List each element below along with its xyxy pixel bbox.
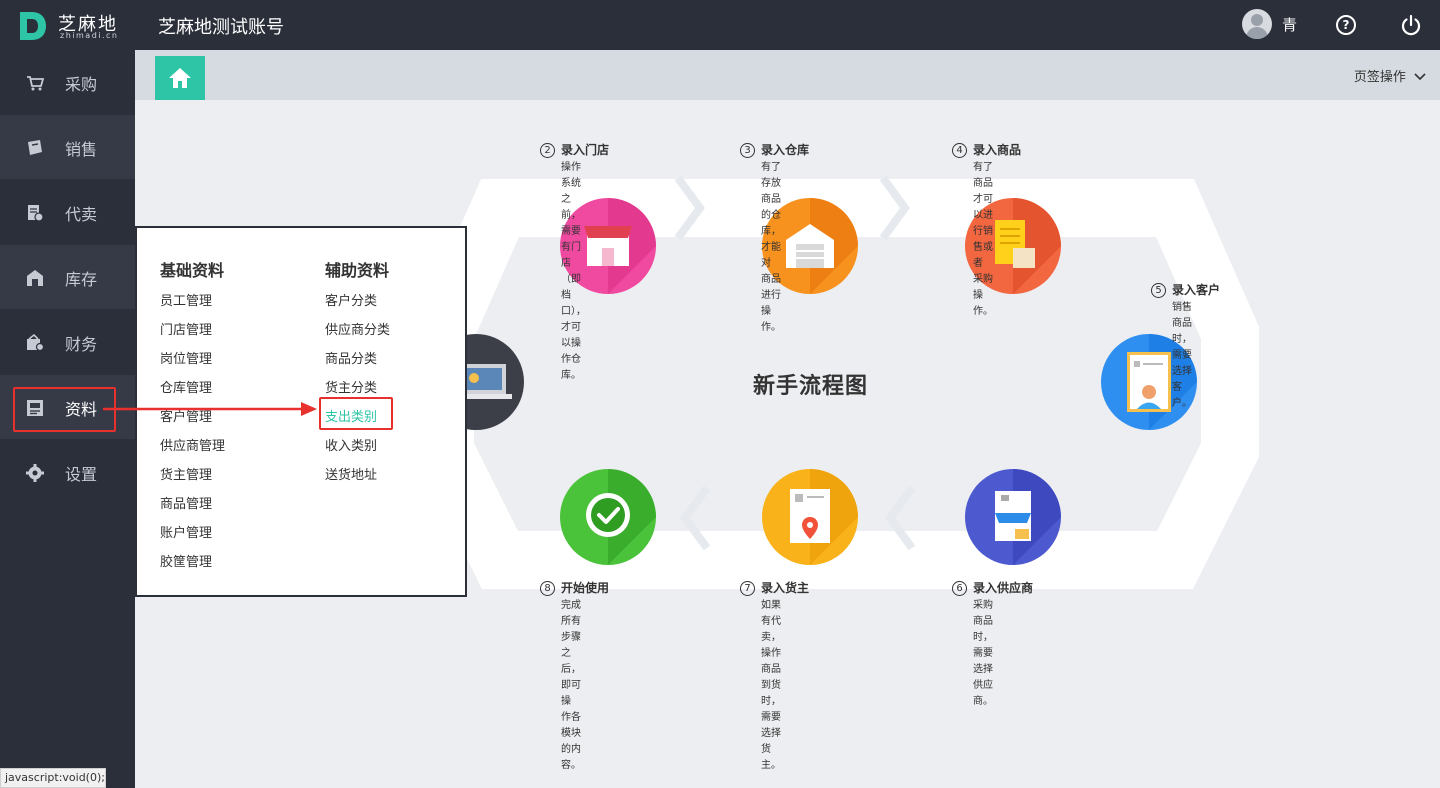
step-number: 7 — [740, 581, 755, 596]
menu-item-supplier-category[interactable]: 供应商分类 — [325, 319, 390, 338]
menu-basic-title: 基础资料 — [160, 261, 225, 280]
finance-icon — [27, 334, 44, 352]
sidebar-item-finance[interactable]: 财务 — [0, 310, 135, 374]
menu-item-account[interactable]: 账户管理 — [160, 522, 212, 541]
sidebar-item-settings[interactable]: 设置 — [0, 440, 135, 504]
menu-item-owner[interactable]: 货主管理 — [160, 464, 212, 483]
menu-item-customer-category[interactable]: 客户分类 — [325, 290, 377, 309]
menu-aux-title: 辅助资料 — [325, 261, 390, 280]
sidebar-item-sales[interactable]: 销售 — [0, 115, 135, 179]
owner-icon — [790, 469, 858, 565]
step-start-circle[interactable] — [560, 469, 656, 565]
menu-item-income-category[interactable]: 收入类别 — [325, 435, 377, 454]
step-number: 4 — [952, 143, 967, 158]
step-title: 录入商品 — [973, 143, 1022, 157]
top-bar: 芝麻地 zhimadi.cn 芝麻地测试账号 青 ? — [0, 0, 1440, 50]
menu-item-basket[interactable]: 胶筐管理 — [160, 551, 212, 570]
menu-item-employee[interactable]: 员工管理 — [160, 290, 212, 309]
flow-title: 新手流程图 — [753, 374, 869, 399]
logo-mark-icon — [20, 12, 46, 40]
sidebar-item-label: 代卖 — [65, 205, 98, 224]
tab-bar: 页签操作 — [135, 50, 1440, 100]
step-title: 录入客户 — [1172, 283, 1221, 297]
menu-item-supplier[interactable]: 供应商管理 — [160, 435, 225, 454]
sidebar-item-label: 财务 — [65, 335, 98, 354]
tab-ops-label: 页签操作 — [1353, 70, 1406, 85]
sidebar-highlight-box — [13, 387, 116, 432]
step-desc: 采购商品时，需要选择供应商。 — [973, 600, 993, 707]
sidebar-item-label: 设置 — [65, 465, 98, 484]
menu-item-store[interactable]: 门店管理 — [160, 319, 212, 338]
step-number: 8 — [540, 581, 555, 596]
step-number: 3 — [740, 143, 755, 158]
gear-icon — [26, 464, 44, 482]
menu-item-position[interactable]: 岗位管理 — [160, 348, 212, 367]
menu-item-owner-category[interactable]: 货主分类 — [325, 377, 377, 396]
status-bar-url: javascript:void(0); — [0, 768, 106, 788]
menu-item-product-category[interactable]: 商品分类 — [325, 348, 377, 367]
step-desc: 有了存放商品的仓库，才能对 商品进行操作。 — [761, 162, 781, 333]
step-desc: 完成所有步骤之后，即可操 作各模块的内容。 — [561, 600, 581, 771]
sidebar-item-label: 库存 — [65, 270, 98, 289]
chevron-down-icon — [1414, 73, 1426, 81]
sidebar-item-consign[interactable]: 代卖 — [0, 180, 135, 244]
step-number: 2 — [540, 143, 555, 158]
menu-item-warehouse[interactable]: 仓库管理 — [160, 377, 212, 396]
supplier-icon — [995, 469, 1061, 565]
home-icon — [169, 68, 191, 88]
step-title: 录入货主 — [761, 581, 810, 595]
tab-home[interactable] — [155, 56, 205, 100]
help-icon[interactable]: ? — [1336, 15, 1356, 35]
account-title: 芝麻地测试账号 — [158, 17, 284, 38]
menu-item-product[interactable]: 商品管理 — [160, 493, 212, 512]
consign-icon — [28, 205, 44, 222]
sidebar-item-label: 销售 — [65, 140, 98, 159]
step-title: 录入仓库 — [761, 143, 810, 157]
menu-highlight-box — [319, 397, 393, 430]
annotation-arrow-icon — [103, 402, 317, 416]
step-title: 录入供应商 — [973, 581, 1034, 595]
sidebar-item-label: 采购 — [65, 75, 98, 94]
power-icon[interactable] — [1400, 14, 1422, 36]
check-icon — [586, 469, 656, 565]
warehouse-icon — [27, 270, 43, 286]
step-title: 录入门店 — [561, 143, 610, 157]
user-name[interactable]: 青 — [1282, 14, 1297, 35]
logo[interactable]: 芝麻地 zhimadi.cn — [18, 8, 128, 44]
step-number: 5 — [1151, 283, 1166, 298]
cart-icon — [27, 76, 44, 91]
step-number: 6 — [952, 581, 967, 596]
step-desc: 如果有代卖，操作商品到货 时，需要选择货主。 — [761, 600, 781, 771]
step-owner-circle[interactable] — [762, 469, 858, 565]
step-desc: 有了商品才可以进行销售或者 采购操作。 — [973, 162, 993, 317]
step-desc: 销售商品时，需要选择客户。 — [1172, 302, 1192, 409]
tab-ops-dropdown[interactable]: 页签操作 — [1354, 66, 1426, 85]
step-supplier-circle[interactable] — [965, 469, 1061, 565]
logo-domain: zhimadi.cn — [60, 31, 119, 40]
step-desc: 操作系统之前，需要有门店（即 档口），才可以操作仓库。 — [561, 162, 586, 381]
sale-icon — [28, 140, 42, 155]
avatar[interactable] — [1242, 9, 1272, 39]
sidebar-item-inventory[interactable]: 库存 — [0, 245, 135, 309]
menu-item-delivery-address[interactable]: 送货地址 — [325, 464, 377, 483]
sidebar-item-purchase[interactable]: 采购 — [0, 50, 135, 114]
step-title: 开始使用 — [561, 581, 610, 595]
